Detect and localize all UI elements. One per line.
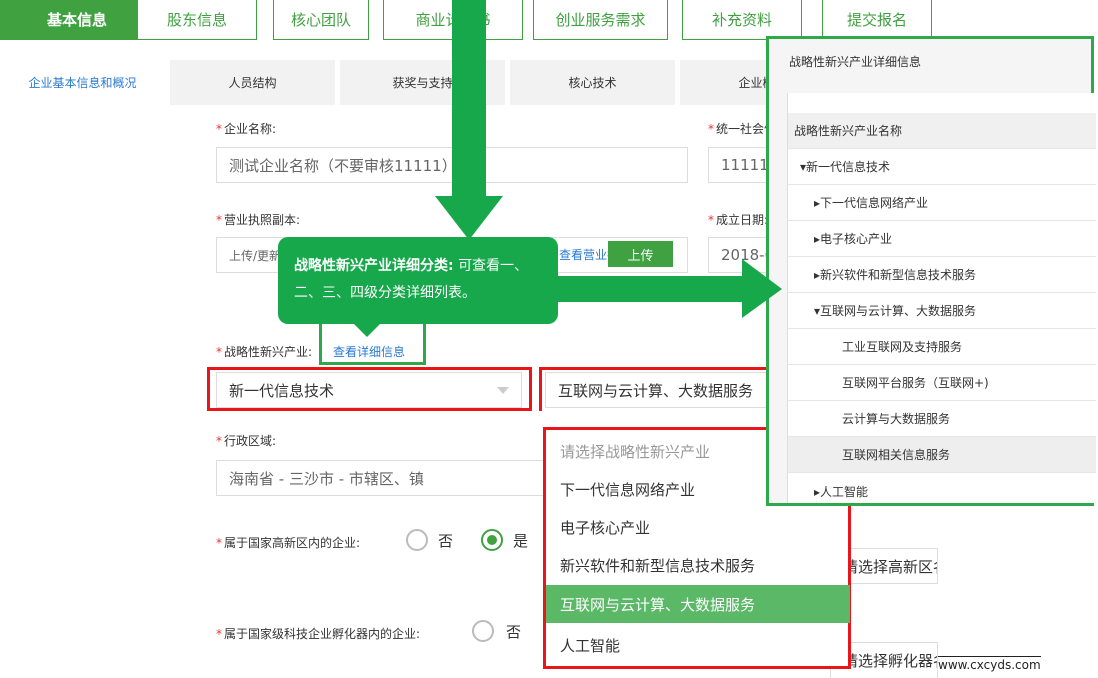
annotation-arrows (352, 0, 782, 337)
annotation-callout: 战略性新兴产业详细分类: 可查看一、二、三、四级分类详细列表。 (278, 237, 558, 324)
down-arrow-icon (435, 0, 503, 240)
watermark: www.cxcyds.com (938, 656, 1041, 672)
callout-title: 战略性新兴产业详细分类: (294, 258, 454, 274)
right-arrow-icon (556, 259, 782, 318)
callout-pointer-icon (352, 322, 382, 337)
